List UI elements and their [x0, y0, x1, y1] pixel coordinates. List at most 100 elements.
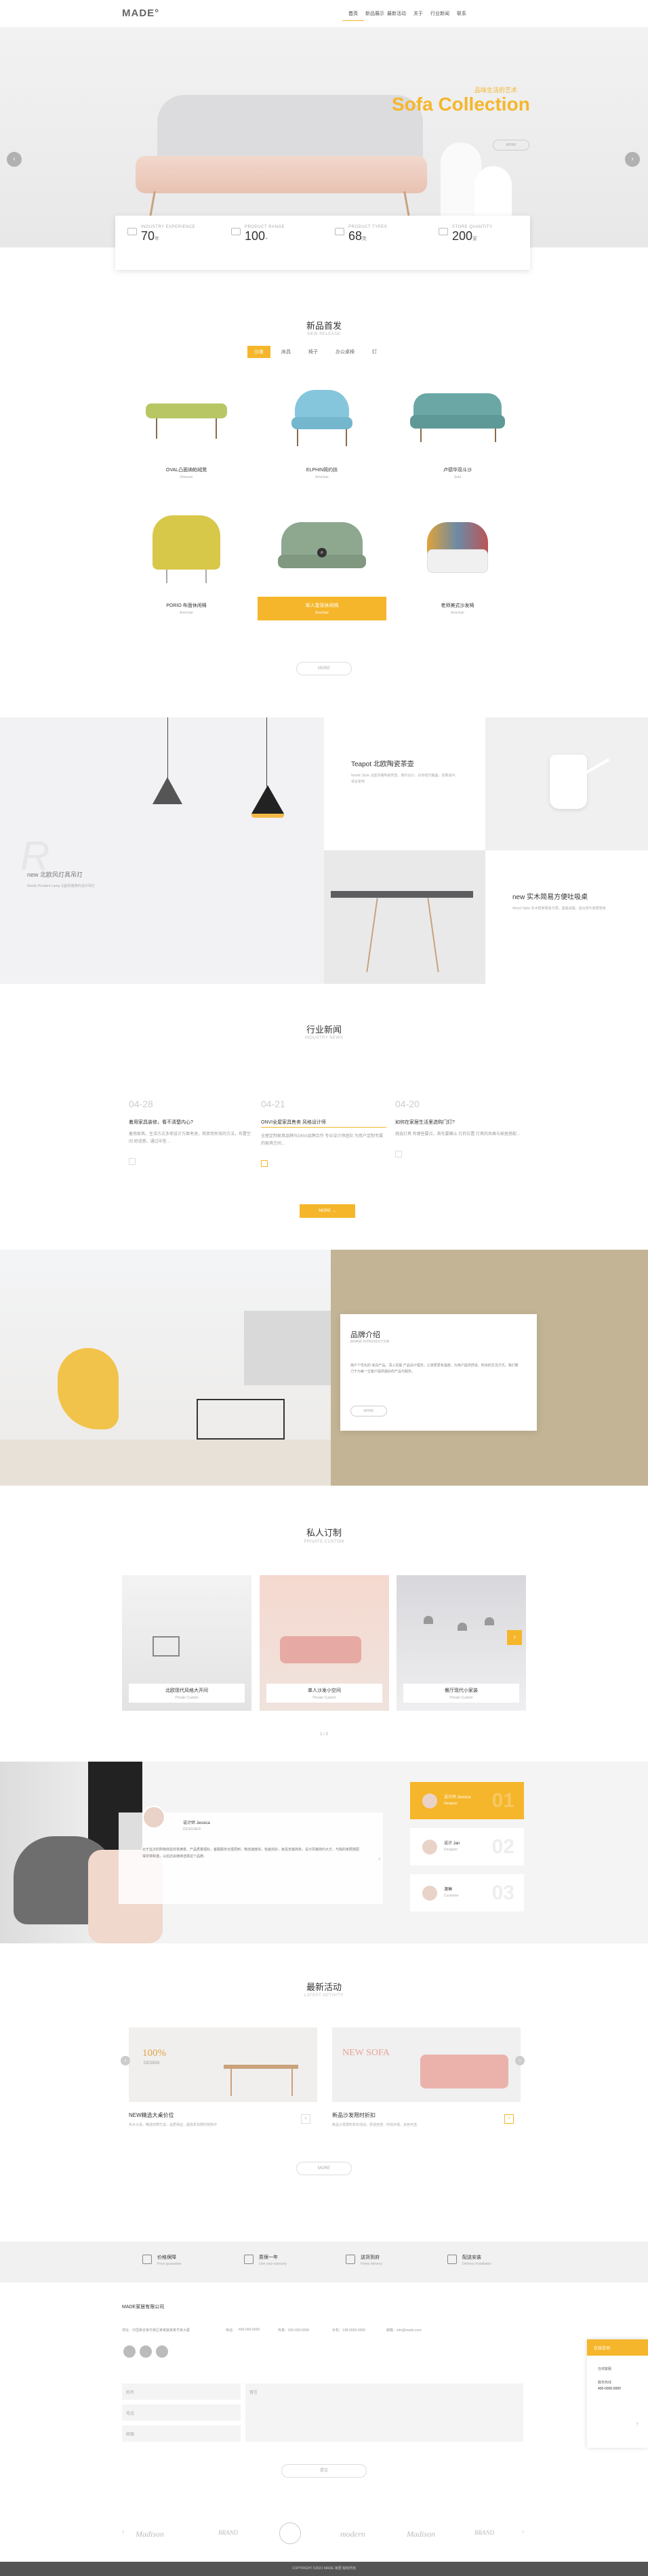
ottoman-image	[146, 403, 227, 418]
lamp-image	[251, 785, 284, 814]
search-icon[interactable]: ⌕	[317, 548, 327, 557]
activity-card[interactable]: 100% DESIGN NEW精选大桌价位 实木大桌，精选材质打造，品质保证，超…	[129, 2027, 317, 2127]
partner-logo[interactable]: BRAND	[474, 2529, 494, 2536]
partner-logo[interactable]: BRAND	[218, 2529, 238, 2536]
testimonials-section: 设计师 Jessica DESIGNER 对于这次的购物体验非常满意，产品质量很…	[0, 1762, 648, 1943]
brand-section: 品牌介绍 BRAND INTRODUCTION 用户个性化的 家具产品，深入挖掘…	[0, 1250, 648, 1486]
nav-item-news[interactable]: 行业新闻	[429, 10, 451, 21]
tab-lamps[interactable]: 灯	[365, 346, 384, 358]
phone-input[interactable]: 电话	[122, 2404, 241, 2421]
product-card[interactable]: OVAL凸面纳帕绒凳 Ottoman	[136, 380, 237, 479]
product-card[interactable]: 卢德华双斗沙 Sofa	[407, 380, 508, 479]
custom-card[interactable]: 北欧现代风格大开间 Private Custom	[122, 1575, 251, 1711]
product-card[interactable]: ELPHIN简约扶 Armchair	[271, 380, 373, 479]
product-card[interactable]: 老师美式沙发椅 Armchair	[407, 515, 508, 615]
activities-more-button[interactable]: MORE	[296, 2162, 352, 2175]
next-arrow-icon[interactable]: ›	[522, 2528, 524, 2535]
message-textarea[interactable]: 留言	[245, 2383, 523, 2442]
custom-title: 私人订制	[306, 1528, 342, 1538]
brand-more-button[interactable]: MORE	[350, 1406, 387, 1416]
custom-pagination: 1 / 3	[320, 1732, 328, 1737]
contact-address: 地址：中国某省某市某区某某路某某号某大厦	[122, 2329, 190, 2333]
float-item-hotline[interactable]: 服务热线	[598, 2380, 611, 2385]
news-item-active[interactable]: 04-21 ONVI全屋家具售卖 风格设计师 全屋定制家具品牌与ONVI品牌合作…	[261, 1098, 386, 1167]
submit-button[interactable]: 提交	[281, 2464, 367, 2478]
partner-logo[interactable]: Madison	[136, 2529, 164, 2539]
brand-card: 品牌介绍 BRAND INTRODUCTION 用户个性化的 家具产品，深入挖掘…	[340, 1314, 537, 1431]
next-arrow-icon[interactable]: ›	[625, 152, 640, 167]
hero-title: Sofa Collection	[392, 94, 530, 115]
box-icon	[335, 228, 344, 235]
hero-more-button[interactable]: MORE	[493, 140, 529, 151]
contact-phone: 400-000-0000	[239, 2328, 260, 2332]
plus-icon: +	[301, 2114, 310, 2124]
prev-arrow-icon[interactable]: ‹	[121, 2056, 130, 2065]
contact-phone-label: 电话：	[226, 2329, 237, 2333]
tab-beds[interactable]: 床具	[275, 346, 298, 358]
teapot-card[interactable]: Teapot 北欧陶瓷茶壶 Nordic Style 北欧风格陶瓷茶壶，简约设计…	[324, 717, 485, 850]
news-item[interactable]: 04-28 着用家具装修，看不清楚内心? 着用家具，生活方式多项设计方面考虑，简…	[129, 1098, 254, 1165]
product-card-active[interactable]: ⌕ 单人靠背休闲椅 Armchair	[258, 515, 386, 620]
stat-stores: STORE QUANTITY 200家	[426, 216, 530, 270]
main-nav: 首页 新品展示 最新活动 关于 行业新闻 联系	[342, 10, 472, 21]
truck-icon	[346, 2255, 355, 2264]
contact-fax: 传真：020-000-0000	[278, 2329, 310, 2333]
car-icon	[127, 228, 137, 235]
plus-icon	[395, 1151, 402, 1157]
float-item-service[interactable]: 在线客服	[598, 2366, 611, 2371]
activity-card-active[interactable]: NEW SOFA 新品沙发限时折扣 新品沙发限时折扣活动，舒适坐感，时尚外观，多…	[332, 2027, 521, 2127]
next-arrow-icon[interactable]: ›	[507, 1630, 522, 1645]
plus-icon	[129, 1158, 136, 1165]
products-subtitle: NEW RELEASE	[307, 332, 341, 336]
quote-card: 设计师 Jessica DESIGNER 对于这次的购物体验非常满意，产品质量很…	[119, 1806, 383, 1904]
back-to-top-icon[interactable]: ↑	[636, 2421, 639, 2427]
nav-item-products[interactable]: 新品展示	[364, 10, 386, 21]
qq-icon[interactable]	[156, 2345, 168, 2358]
showcase-section: R new 北欧风灯具吊灯 Nordic Pendant Lamp 北欧风格简约…	[0, 717, 648, 984]
testimonial-tab-active[interactable]: 设计师 Jessica Designer 01	[410, 1782, 524, 1819]
contact-email: 邮箱：info@made.com	[386, 2329, 422, 2333]
tab-office[interactable]: 办公桌椅	[329, 346, 361, 358]
chat-icon	[231, 228, 241, 235]
wechat-icon[interactable]	[123, 2345, 136, 2358]
tab-chairs[interactable]: 椅子	[302, 346, 325, 358]
custom-card[interactable]: 单人沙发小空间 Private Custom	[260, 1575, 389, 1711]
features-bar: 价格保障 Price guarantee 质保一年 One year warrant…	[0, 2242, 648, 2282]
next-arrow-icon[interactable]: ›	[515, 2056, 525, 2065]
name-input[interactable]: 姓名	[122, 2383, 241, 2400]
prev-arrow-icon[interactable]: ‹	[7, 152, 22, 167]
products-more-button[interactable]: MORE	[296, 662, 352, 675]
partner-logo[interactable]	[279, 2522, 301, 2544]
site-header: MADE° 首页 新品展示 最新活动 关于 行业新闻 联系	[0, 0, 648, 27]
nav-item-home[interactable]: 首页	[342, 10, 364, 21]
partner-logo[interactable]: modern	[340, 2529, 365, 2539]
logo[interactable]: MADE°	[122, 7, 159, 19]
prev-arrow-icon[interactable]: ‹	[122, 2528, 124, 2535]
stat-experience: INDUSTRY EXPERIENCE 70年	[115, 216, 219, 270]
testimonial-tab[interactable]: 设计 Jan Designer 02	[410, 1828, 524, 1865]
email-input[interactable]: 邮箱	[122, 2425, 241, 2442]
tab-sofa[interactable]: 沙发	[247, 346, 270, 358]
armchair-image	[153, 515, 220, 570]
teapot-image	[485, 717, 648, 850]
products-title: 新品首发	[306, 321, 342, 331]
badge-icon	[244, 2255, 254, 2264]
nav-item-about[interactable]: 关于	[407, 10, 429, 21]
news-item[interactable]: 04-20 如何在家居生活里选购门灯? 挑选灯具 有哪些要点，首先要确认 灯的位…	[395, 1098, 521, 1157]
table-card[interactable]: new 实木简易方便吐吸桌 Wood Table 实木框架简易方便，金属桌腿，适…	[485, 850, 648, 984]
weibo-icon[interactable]	[140, 2345, 152, 2358]
partner-logo[interactable]: Madison	[407, 2529, 435, 2539]
calendar-icon	[439, 228, 448, 235]
nav-item-contact[interactable]: 联系	[451, 10, 472, 21]
lamp-image	[153, 777, 182, 804]
news-more-button[interactable]: MORE →	[300, 1204, 355, 1218]
nav-item-activities[interactable]: 最新活动	[386, 10, 407, 21]
footer-copyright: COPYRIGHT ©2021 MADE 家居 版权所有	[0, 2562, 648, 2576]
product-tabs: 沙发 床具 椅子 办公桌椅 灯	[247, 346, 384, 358]
chevron-right-icon[interactable]: ›	[378, 1855, 380, 1863]
chair-room-image	[0, 1250, 331, 1486]
wrench-icon	[447, 2255, 457, 2264]
float-title[interactable]: 在线咨询	[587, 2339, 648, 2356]
testimonial-tab[interactable]: 澳琳 Customer 03	[410, 1874, 524, 1911]
product-card[interactable]: PORIO 布面休闲椅 Armchair	[136, 515, 237, 615]
